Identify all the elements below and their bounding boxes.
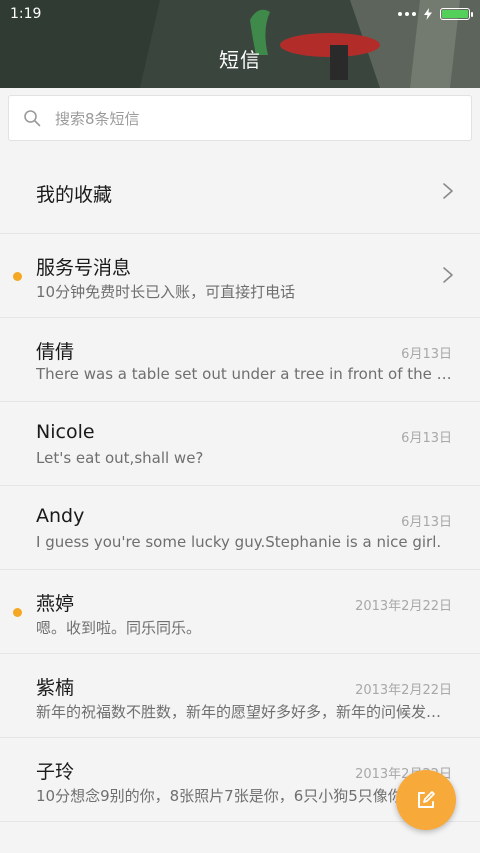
conversation-item-service[interactable]: 服务号消息 10分钟免费时长已入账，可直接打电话 bbox=[0, 234, 480, 318]
compose-icon bbox=[418, 791, 435, 808]
conversation-preview: 新年的祝福数不胜数，新年的愿望好多好多，新年的问候发给你 bbox=[36, 703, 454, 721]
search-placeholder: 搜索8条短信 bbox=[55, 109, 140, 128]
conversation-date: 6月13日 bbox=[401, 347, 452, 362]
chevron-right-icon bbox=[443, 267, 453, 283]
conversation-date: 2013年2月22日 bbox=[355, 599, 452, 614]
conversation-preview: 10分钟免费时长已入账，可直接打电话 bbox=[36, 283, 296, 301]
conversation-date: 2013年2月22日 bbox=[355, 683, 452, 698]
conversation-preview: 10分想念9别的你，8张照片7张是你，6只小狗5只像你 bbox=[36, 787, 403, 805]
conversation-preview: I guess you're some lucky guy.Stephanie … bbox=[36, 533, 442, 551]
conversation-item[interactable]: Nicole 6月13日 Let's eat out,shall we? bbox=[0, 402, 480, 486]
conversation-name: 服务号消息 bbox=[36, 257, 132, 279]
conversation-preview: 嗯。收到啦。同乐同乐。 bbox=[36, 619, 202, 637]
unread-dot bbox=[13, 272, 22, 281]
conversation-name: Andy bbox=[36, 505, 85, 527]
battery-icon bbox=[440, 8, 473, 20]
conversation-item[interactable]: Andy 6月13日 I guess you're some lucky guy… bbox=[0, 486, 480, 570]
unread-dot bbox=[13, 608, 22, 617]
conversation-list: 我的收藏 服务号消息 10分钟免费时长已入账，可直接打电话 倩倩 6月13日 T… bbox=[0, 150, 480, 822]
conversation-name: 燕婷 bbox=[36, 593, 75, 615]
more-dots-icon bbox=[398, 12, 416, 16]
conversation-date: 6月13日 bbox=[401, 431, 452, 446]
conversation-item[interactable]: 燕婷 2013年2月22日 嗯。收到啦。同乐同乐。 bbox=[0, 570, 480, 654]
search-input[interactable]: 搜索8条短信 bbox=[8, 95, 472, 141]
charging-bolt-icon bbox=[424, 8, 432, 20]
header: 1:19 短信 bbox=[0, 0, 480, 88]
compose-button[interactable] bbox=[396, 770, 456, 830]
favorites-item[interactable]: 我的收藏 bbox=[0, 150, 480, 234]
status-bar: 1:19 bbox=[0, 0, 480, 28]
search-bar: 搜索8条短信 bbox=[0, 88, 480, 150]
conversation-name: 倩倩 bbox=[36, 341, 75, 363]
conversation-preview: Let's eat out,shall we? bbox=[36, 449, 204, 467]
conversation-preview: There was a table set out under a tree i… bbox=[36, 365, 454, 383]
page-title: 短信 bbox=[219, 48, 261, 72]
status-time: 1:19 bbox=[10, 6, 42, 22]
conversation-item[interactable]: 倩倩 6月13日 There was a table set out under… bbox=[0, 318, 480, 402]
search-icon bbox=[24, 110, 41, 127]
conversation-name: Nicole bbox=[36, 421, 95, 443]
conversation-date: 6月13日 bbox=[401, 515, 452, 530]
conversation-name: 紫楠 bbox=[36, 677, 75, 699]
conversation-name: 子玲 bbox=[36, 761, 75, 783]
favorites-label: 我的收藏 bbox=[36, 184, 113, 206]
conversation-item[interactable]: 紫楠 2013年2月22日 新年的祝福数不胜数，新年的愿望好多好多，新年的问候发… bbox=[0, 654, 480, 738]
chevron-right-icon bbox=[443, 183, 453, 199]
